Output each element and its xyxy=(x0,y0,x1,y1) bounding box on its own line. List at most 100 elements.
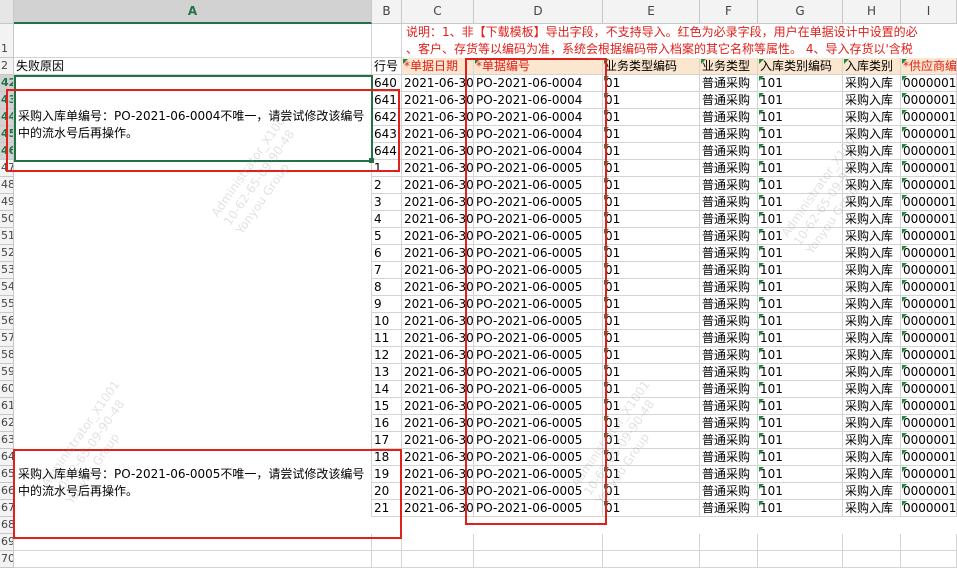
cell-supplier[interactable]: 0000001 xyxy=(901,75,957,92)
cell-doc[interactable]: PO-2021-06-0005 xyxy=(474,211,603,228)
cell-line[interactable]: 6 xyxy=(372,245,402,262)
cell-type[interactable]: 普通采购 xyxy=(700,381,758,398)
cell-date[interactable]: 2021-06-30 xyxy=(402,398,474,415)
cell-cat[interactable]: 采购入库 xyxy=(843,245,901,262)
cell-supplier[interactable]: 0000001 xyxy=(901,364,957,381)
cell-line[interactable]: 19 xyxy=(372,466,402,483)
cell-supplier[interactable]: 0000001 xyxy=(901,432,957,449)
cell-cat[interactable]: 采购入库 xyxy=(843,330,901,347)
row-header-61[interactable]: 61 xyxy=(0,398,14,415)
row-header-60[interactable]: 60 xyxy=(0,381,14,398)
column-header-i[interactable]: I xyxy=(901,0,957,24)
cell-date[interactable]: 2021-06-30 xyxy=(402,330,474,347)
cell-a-43[interactable] xyxy=(14,92,372,109)
cell-row1-b[interactable] xyxy=(372,24,402,58)
cell-code[interactable]: 01 xyxy=(603,364,700,381)
cell-a-62[interactable] xyxy=(14,415,372,432)
cell-type[interactable]: 普通采购 xyxy=(700,109,758,126)
cell-date[interactable]: 2021-06-30 xyxy=(402,296,474,313)
row-header-63[interactable]: 63 xyxy=(0,432,14,449)
cell-doc[interactable]: PO-2021-06-0005 xyxy=(474,228,603,245)
cell-code[interactable]: 01 xyxy=(603,330,700,347)
cell-empty[interactable] xyxy=(372,534,402,551)
cell-cat[interactable]: 采购入库 xyxy=(843,296,901,313)
cell-cat-code[interactable]: 101 xyxy=(758,313,843,330)
cell-line[interactable]: 1 xyxy=(372,160,402,177)
row-header-52[interactable]: 52 xyxy=(0,245,14,262)
cell-line[interactable]: 18 xyxy=(372,449,402,466)
cell-date[interactable]: 2021-06-30 xyxy=(402,262,474,279)
cell-line[interactable]: 5 xyxy=(372,228,402,245)
cell-cat-code[interactable]: 101 xyxy=(758,262,843,279)
cell-doc[interactable]: PO-2021-06-0005 xyxy=(474,381,603,398)
cell-a-42[interactable] xyxy=(14,75,372,92)
cell-empty[interactable] xyxy=(901,534,957,551)
row-header-48[interactable]: 48 xyxy=(0,177,14,194)
cell-a-59[interactable] xyxy=(14,364,372,381)
row-header-44[interactable]: 44 xyxy=(0,109,14,126)
cell-cat-code[interactable]: 101 xyxy=(758,432,843,449)
cell-code[interactable]: 01 xyxy=(603,160,700,177)
cell-date[interactable]: 2021-06-30 xyxy=(402,432,474,449)
cell-date[interactable]: 2021-06-30 xyxy=(402,245,474,262)
cell-doc[interactable]: PO-2021-06-0004 xyxy=(474,109,603,126)
cell-line[interactable]: 643 xyxy=(372,126,402,143)
cell-type[interactable]: 普通采购 xyxy=(700,330,758,347)
cell-date[interactable]: 2021-06-30 xyxy=(402,500,474,517)
header-doc-date[interactable]: *单据日期 xyxy=(402,58,474,75)
cell-empty[interactable] xyxy=(474,534,603,551)
cell-date[interactable]: 2021-06-30 xyxy=(402,75,474,92)
cell-doc[interactable]: PO-2021-06-0005 xyxy=(474,194,603,211)
cell-code[interactable]: 01 xyxy=(603,211,700,228)
cell-empty[interactable] xyxy=(402,551,474,568)
cell-cat-code[interactable]: 101 xyxy=(758,500,843,517)
cell-supplier[interactable]: 0000001 xyxy=(901,228,957,245)
row-header-42[interactable]: 42 xyxy=(0,75,14,92)
cell-doc[interactable]: PO-2021-06-0005 xyxy=(474,432,603,449)
column-header-d[interactable]: D xyxy=(474,0,603,24)
cell-supplier[interactable]: 0000001 xyxy=(901,381,957,398)
cell-empty[interactable] xyxy=(14,534,372,551)
cell-empty[interactable] xyxy=(700,534,758,551)
header-biz-type-code[interactable]: 业务类型编码 xyxy=(603,58,700,75)
cell-cat-code[interactable]: 101 xyxy=(758,381,843,398)
cell-line[interactable]: 644 xyxy=(372,143,402,160)
cell-code[interactable]: 01 xyxy=(603,109,700,126)
cell-cat[interactable]: 采购入库 xyxy=(843,500,901,517)
cell-date[interactable]: 2021-06-30 xyxy=(402,279,474,296)
cell-doc[interactable]: PO-2021-06-0005 xyxy=(474,313,603,330)
cell-line[interactable]: 17 xyxy=(372,432,402,449)
cell-row1-a[interactable] xyxy=(14,24,372,58)
cell-a-53[interactable] xyxy=(14,262,372,279)
header-in-cat[interactable]: 入库类别 xyxy=(843,58,901,75)
cell-supplier[interactable]: 0000001 xyxy=(901,296,957,313)
row-header-68[interactable]: 68 xyxy=(0,517,14,534)
row-header-62[interactable]: 62 xyxy=(0,415,14,432)
cell-cat-code[interactable]: 101 xyxy=(758,466,843,483)
column-header-h[interactable]: H xyxy=(843,0,901,24)
cell-type[interactable]: 普通采购 xyxy=(700,364,758,381)
cell-empty[interactable] xyxy=(843,551,901,568)
cell-a-58[interactable] xyxy=(14,347,372,364)
cell-doc[interactable]: PO-2021-06-0005 xyxy=(474,296,603,313)
cell-doc[interactable]: PO-2021-06-0005 xyxy=(474,347,603,364)
row-header-66[interactable]: 66 xyxy=(0,483,14,500)
cell-empty[interactable] xyxy=(843,534,901,551)
cell-supplier[interactable]: 0000001 xyxy=(901,483,957,500)
cell-type[interactable]: 普通采购 xyxy=(700,143,758,160)
cell-cat-code[interactable]: 101 xyxy=(758,415,843,432)
cell-line[interactable]: 9 xyxy=(372,296,402,313)
cell-type[interactable]: 普通采购 xyxy=(700,466,758,483)
cell-supplier[interactable]: 0000001 xyxy=(901,330,957,347)
cell-a-57[interactable] xyxy=(14,330,372,347)
column-header-a[interactable]: A xyxy=(14,0,372,24)
cell-cat[interactable]: 采购入库 xyxy=(843,432,901,449)
cell-cat-code[interactable]: 101 xyxy=(758,364,843,381)
cell-line[interactable]: 642 xyxy=(372,109,402,126)
cell-date[interactable]: 2021-06-30 xyxy=(402,177,474,194)
cell-doc[interactable]: PO-2021-06-0005 xyxy=(474,500,603,517)
cell-a-55[interactable] xyxy=(14,296,372,313)
cell-date[interactable]: 2021-06-30 xyxy=(402,92,474,109)
cell-code[interactable]: 01 xyxy=(603,347,700,364)
cell-supplier[interactable]: 0000001 xyxy=(901,449,957,466)
